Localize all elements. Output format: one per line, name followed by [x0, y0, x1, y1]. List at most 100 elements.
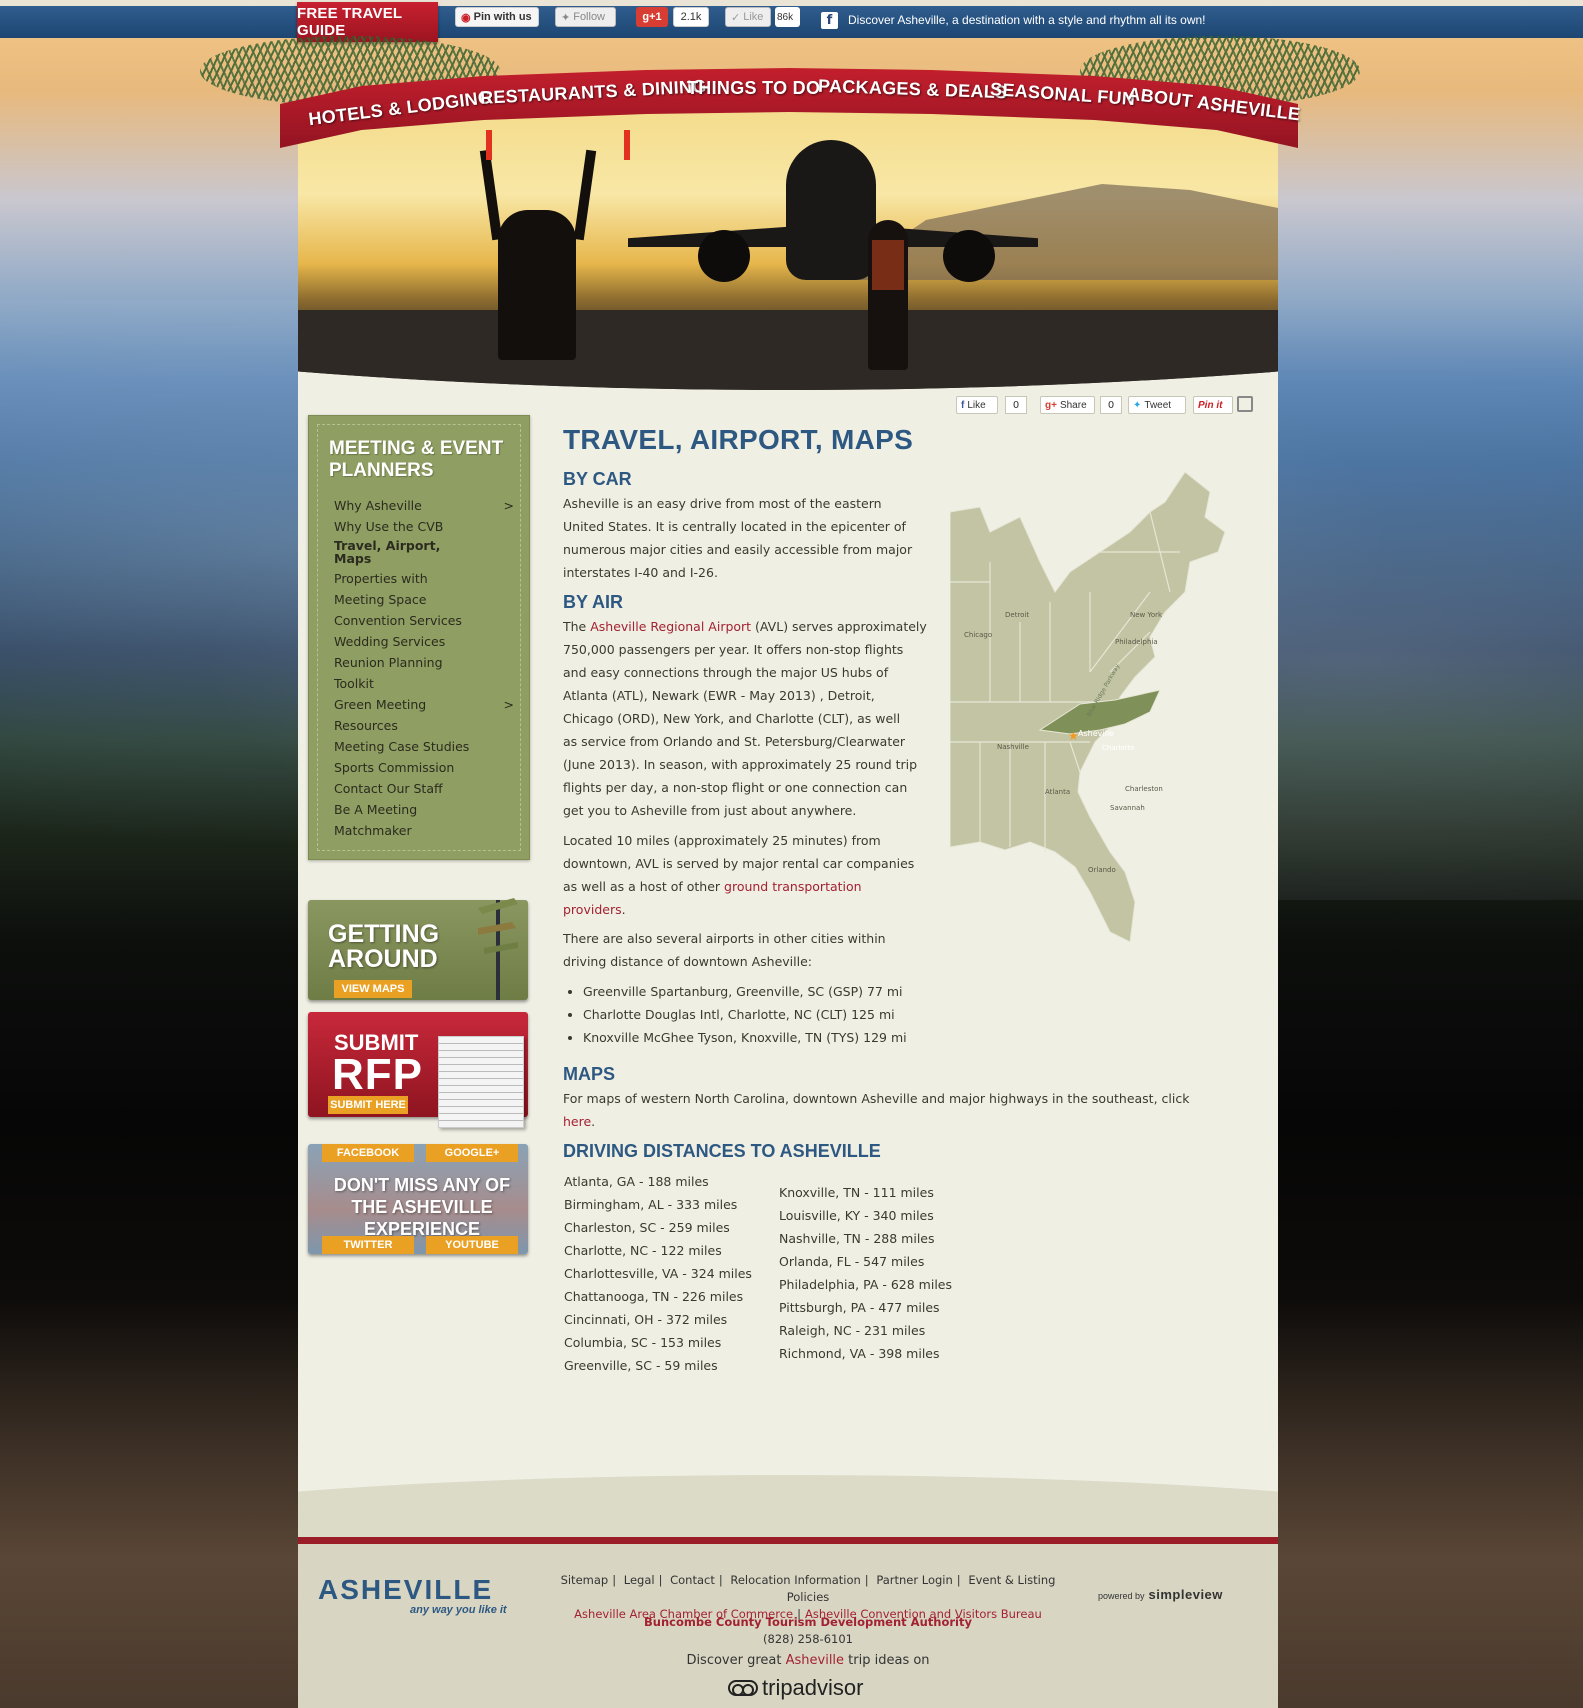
- sidebar-item-case-studies[interactable]: Meeting Case Studies: [334, 736, 514, 757]
- footer-divider: [298, 1537, 1278, 1544]
- list-item: Louisville, KY - 340 miles: [779, 1208, 934, 1223]
- share-facebook-like[interactable]: f Like: [956, 396, 998, 414]
- chevron-right-icon: >: [503, 498, 514, 513]
- map-label-charlotte: Charlotte: [1102, 744, 1135, 752]
- social-message: DON'T MISS ANY OF THE ASHEVILLE EXPERIEN…: [333, 1175, 511, 1239]
- sidebar-item-travel-airport-maps[interactable]: Travel, Airport, Maps: [334, 537, 514, 568]
- twitter-follow-button[interactable]: ✦ Follow: [555, 7, 616, 27]
- maps-text: For maps of western North Carolina, down…: [563, 1091, 1190, 1129]
- signpost-icon: [478, 898, 518, 1000]
- logo-tagline: any way you like it: [410, 1604, 507, 1616]
- list-item: Knoxville, TN - 111 miles: [779, 1185, 934, 1200]
- pinterest-icon: ◉: [461, 11, 471, 24]
- providers-link[interactable]: providers: [563, 902, 622, 917]
- authority-name: Buncombe County Tourism Development Auth…: [644, 1615, 972, 1629]
- maps-here-link[interactable]: here: [563, 1114, 591, 1129]
- map-label-philadelphia: Philadelphia: [1115, 638, 1158, 646]
- sidebar-item-wedding-services[interactable]: Wedding Services: [334, 631, 514, 652]
- facebook-link[interactable]: FACEBOOK: [322, 1144, 414, 1162]
- footer-link-legal[interactable]: Legal: [624, 1573, 655, 1587]
- main-nav: HOTELS & LODGING RESTAURANTS & DINING TH…: [280, 68, 1301, 158]
- sidebar-item-why-use-cvb[interactable]: Why Use the CVB: [334, 516, 514, 537]
- footer-link-contact[interactable]: Contact: [670, 1573, 715, 1587]
- airport-list: Greenville Spartanburg, Greenville, SC (…: [583, 980, 983, 1049]
- map-label-detroit: Detroit: [1005, 611, 1029, 619]
- footer-link-sitemap[interactable]: Sitemap: [561, 1573, 609, 1587]
- map-label-chicago: Chicago: [964, 631, 992, 639]
- by-air-text: The Asheville Regional Airport (AVL) ser…: [563, 619, 927, 818]
- view-maps-button[interactable]: VIEW MAPS: [334, 980, 412, 998]
- footer-link-partner-login[interactable]: Partner Login: [876, 1573, 952, 1587]
- share-facebook-count: 0: [1005, 396, 1027, 414]
- list-item: Columbia, SC - 153 miles: [564, 1335, 722, 1350]
- chevron-right-icon: >: [503, 697, 514, 712]
- footer-curve: [298, 1475, 1278, 1540]
- map-label-new-york: New York: [1130, 611, 1163, 619]
- by-air-heading: BY AIR: [563, 592, 624, 612]
- sidebar-item-convention-services[interactable]: Convention Services: [334, 610, 514, 631]
- tripadvisor-logo[interactable]: tripadvisor: [728, 1675, 863, 1701]
- map-label-asheville: Asheville: [1078, 729, 1114, 738]
- share-gplus-count: 0: [1100, 396, 1122, 414]
- sidebar-item-green-meeting[interactable]: Green Meeting Resources >: [334, 694, 514, 736]
- phone-number: (828) 258-6101: [763, 1632, 853, 1646]
- nav-things-to-do[interactable]: THINGS TO DO: [687, 78, 820, 99]
- youtube-link[interactable]: YOUTUBE: [426, 1236, 518, 1254]
- maps-heading: MAPS: [563, 1064, 616, 1084]
- sidebar-title: MEETING & EVENT PLANNERS: [329, 438, 504, 481]
- asheville-trip-link[interactable]: Asheville: [786, 1653, 844, 1668]
- submit-here-button[interactable]: SUBMIT HERE: [328, 1096, 408, 1114]
- sidebar-item-matchmaker[interactable]: Be A Meeting Matchmaker: [334, 799, 514, 841]
- twitter-icon: ✦: [561, 11, 571, 24]
- getting-around-title: GETTING AROUND: [328, 920, 440, 973]
- pinterest-follow-button[interactable]: ◉ Pin with us: [455, 7, 539, 27]
- distances-left: Atlanta, GA - 188 miles Birmingham, AL -…: [564, 1170, 774, 1377]
- list-item: Birmingham, AL - 333 miles: [564, 1197, 738, 1212]
- list-item: Chattanooga, TN - 226 miles: [564, 1289, 744, 1304]
- owl-icon: [728, 1680, 758, 1696]
- eastern-us-map: Detroit Chicago New York Philadelphia Na…: [950, 472, 1226, 942]
- by-car-text: Asheville is an easy drive from most of …: [563, 496, 913, 580]
- print-icon[interactable]: [1237, 396, 1253, 412]
- other-airports-text: There are also several airports in other…: [563, 931, 886, 969]
- page-title: TRAVEL, AIRPORT, MAPS: [563, 424, 914, 455]
- powered-by[interactable]: powered by simpleview: [1098, 1587, 1223, 1602]
- asheville-star-icon: ★: [1068, 729, 1079, 743]
- facebook-like-button[interactable]: ✓ Like: [725, 7, 771, 27]
- asheville-logo[interactable]: ASHEVILLE: [318, 1574, 493, 1606]
- by-car-heading: BY CAR: [563, 469, 632, 489]
- list-item: Greenville Spartanburg, Greenville, SC (…: [583, 980, 983, 1003]
- list-item: Charlotte, NC - 122 miles: [564, 1243, 722, 1258]
- google-plus-link[interactable]: GOOGLE+: [426, 1144, 518, 1162]
- getting-around-promo[interactable]: GETTING AROUND VIEW MAPS: [308, 898, 528, 1000]
- map-label-charleston: Charleston: [1125, 785, 1163, 793]
- share-pinit[interactable]: Pin it: [1193, 396, 1233, 414]
- located-text: Located 10 miles (approximately 25 minut…: [563, 833, 915, 917]
- map-label-atlanta: Atlanta: [1045, 788, 1070, 796]
- sidebar-item-properties[interactable]: Properties with Meeting Space: [334, 568, 514, 610]
- airport-link[interactable]: Asheville Regional Airport: [590, 619, 751, 634]
- list-item: Philadelphia, PA - 628 miles: [779, 1277, 953, 1292]
- ground-transportation-link[interactable]: ground transportation: [724, 879, 862, 894]
- submit-rfp-promo[interactable]: SUBMIT RFP SUBMIT HERE: [308, 1012, 528, 1128]
- facebook-icon[interactable]: f: [821, 12, 838, 29]
- list-item: Cincinnati, OH - 372 miles: [564, 1312, 728, 1327]
- sidebar: MEETING & EVENT PLANNERS Why Asheville > …: [308, 415, 530, 860]
- footer-link-relocation[interactable]: Relocation Information: [730, 1573, 860, 1587]
- twitter-link[interactable]: TWITTER: [322, 1236, 414, 1254]
- sidebar-item-contact-staff[interactable]: Contact Our Staff: [334, 778, 514, 799]
- share-gplus[interactable]: g+ Share: [1040, 396, 1095, 414]
- list-item: Knoxville McGhee Tyson, Knoxville, TN (T…: [583, 1026, 983, 1049]
- sidebar-item-sports-commission[interactable]: Sports Commission: [334, 757, 514, 778]
- share-tweet[interactable]: ✦ Tweet: [1128, 396, 1186, 414]
- list-item: Raleigh, NC - 231 miles: [779, 1323, 926, 1338]
- list-item: Charlottesville, VA - 324 miles: [564, 1266, 752, 1281]
- list-item: Charlotte Douglas Intl, Charlotte, NC (C…: [583, 1003, 983, 1026]
- gplus-button[interactable]: g+1: [636, 7, 668, 27]
- sidebar-menu: Why Asheville > Why Use the CVB Travel, A…: [334, 495, 514, 841]
- driving-distances-heading: DRIVING DISTANCES TO ASHEVILLE: [563, 1141, 881, 1161]
- sidebar-item-reunion-planning[interactable]: Reunion Planning Toolkit: [334, 652, 514, 694]
- sidebar-item-why-asheville[interactable]: Why Asheville >: [334, 495, 514, 516]
- gplus-count: 2.1k: [673, 7, 709, 27]
- list-item: Richmond, VA - 398 miles: [779, 1346, 940, 1361]
